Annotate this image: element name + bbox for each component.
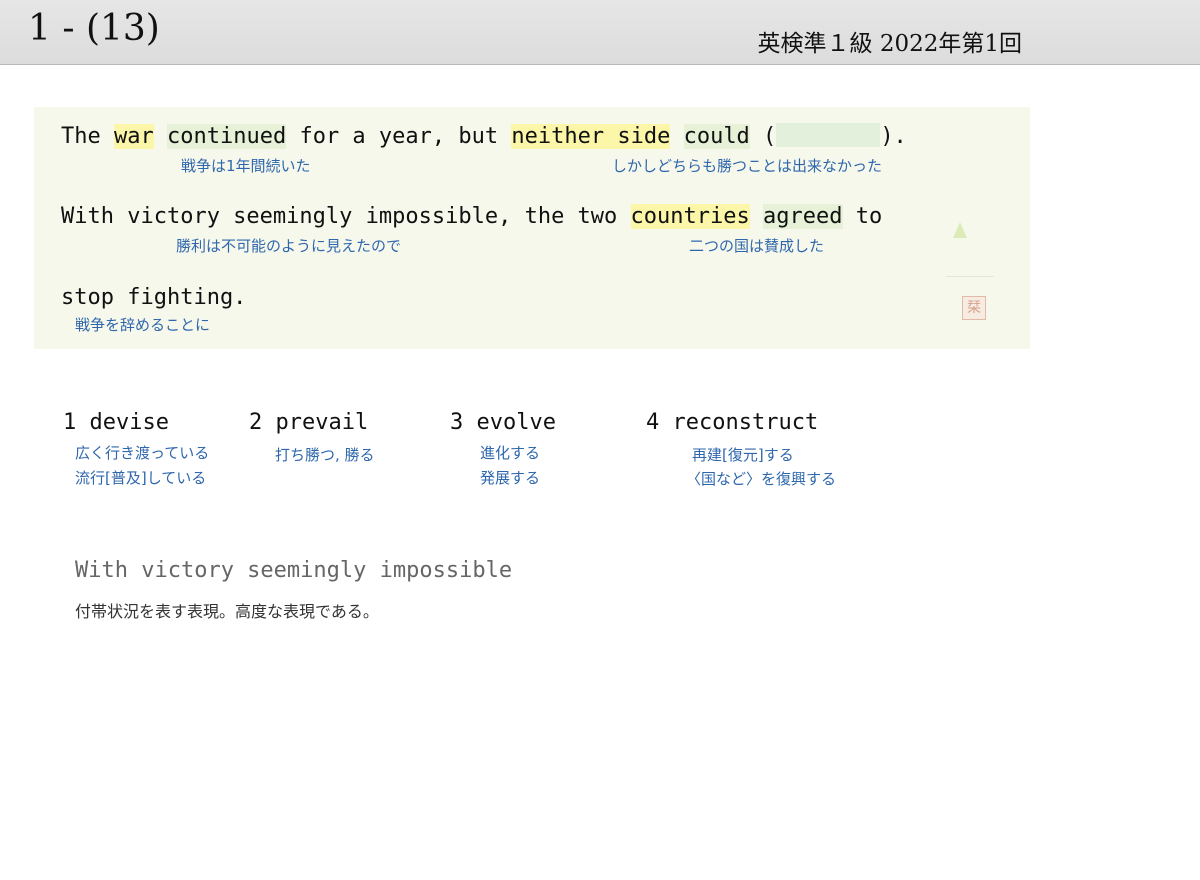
choice-label: 4 reconstruct [646,410,819,435]
note-explanation: 付帯状況を表す表現。高度な表現である。 [75,602,379,621]
choice-4-meaning-1: 再建[復元]する [692,446,794,464]
choice-3[interactable]: 3 evolve [450,410,556,435]
choice-1-meaning-1: 広く行き渡っている [75,444,210,462]
seal-stamp-icon: 栞 [962,296,986,320]
sentence-text: The [61,124,114,149]
gloss-stop-fighting: 戦争を辞めることに [75,316,211,334]
sentence-text [670,124,683,149]
choice-4[interactable]: 4 reconstruct [646,410,818,435]
sentence-text: to [842,204,883,229]
choice-label: 1 devise [63,410,169,435]
highlight-countries: countries [630,204,750,229]
choice-4-meaning-2: 〈国など〉を復興する [686,470,837,488]
choice-2-meaning-1: 打ち勝つ, 勝る [275,446,375,464]
note-phrase: With victory seemingly impossible [75,558,513,583]
highlight-neither-side: neither side [511,124,671,149]
highlight-could: could [683,124,750,149]
sentence-line-2: With victory seemingly impossible, the t… [61,204,882,229]
choice-1[interactable]: 1 devise [63,410,169,435]
choice-label: 3 evolve [450,410,556,435]
highlight-agreed: agreed [763,204,843,229]
sentence-line-3: stop fighting. [61,285,247,310]
highlight-war: war [113,124,154,149]
highlight-continued: continued [166,124,287,149]
sentence-text: ( [749,124,777,149]
sentence-text: With victory seemingly impossible, the t… [61,204,631,229]
choice-label: 2 prevail [249,410,369,435]
gloss-neither-side: しかしどちらも勝つことは出来なかった [612,157,883,175]
gloss-victory-impossible: 勝利は不可能のように見えたので [176,237,402,255]
gloss-countries-agreed: 二つの国は賛成した [689,237,825,255]
choice-3-meaning-2: 発展する [480,469,541,487]
exam-label: 英検準１級 2022年第1回 [757,31,1022,57]
answer-blank [776,123,881,147]
decoration-triangle [953,222,967,238]
choice-2[interactable]: 2 prevail [249,410,368,435]
decoration-line [946,276,994,277]
sentence-text: ). [880,124,907,149]
question-number: 1 - (13) [28,8,160,49]
choice-1-meaning-2: 流行[普及]している [75,469,207,487]
title-bar: 1 - (13) 英検準１級 2022年第1回 [0,0,1200,65]
choice-3-meaning-1: 進化する [480,444,541,462]
gloss-war-continued: 戦争は1年間続いた [181,157,311,175]
sentence-text [750,204,763,229]
sentence-text [154,124,167,149]
sentence-line-1: The war continued for a year, but neithe… [61,123,907,149]
sentence-text: for a year, but [286,124,512,149]
